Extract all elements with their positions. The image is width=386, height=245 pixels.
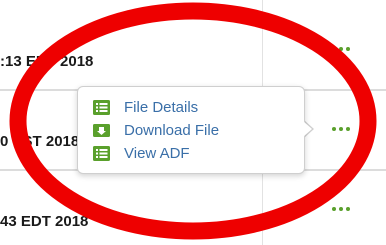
dot-icon: [346, 127, 350, 131]
table-row: 43 EDT 2018: [0, 171, 386, 245]
dot-icon: [339, 47, 343, 51]
popover-arrow-fill: [303, 121, 312, 137]
dot-icon: [332, 207, 336, 211]
dot-icon: [332, 47, 336, 51]
list-icon: [93, 145, 110, 161]
view-adf-menu-item[interactable]: View ADF: [93, 142, 190, 164]
row-date: 0 EST 2018: [0, 133, 80, 150]
list-icon: [93, 99, 110, 115]
file-details-menu-item[interactable]: File Details: [93, 96, 198, 118]
table-row: :13 EDT 2018: [0, 0, 386, 91]
dot-icon: [339, 207, 343, 211]
dot-icon: [346, 47, 350, 51]
row-actions-button[interactable]: [332, 47, 350, 51]
row-actions-menu: File Details Download File View ADF: [77, 86, 305, 174]
download-icon: [93, 123, 110, 137]
dot-icon: [339, 127, 343, 131]
row-date: 43 EDT 2018: [0, 213, 89, 230]
menu-item-label: View ADF: [124, 144, 190, 162]
row-actions-button[interactable]: [332, 127, 350, 131]
dot-icon: [332, 127, 336, 131]
row-date: :13 EDT 2018: [0, 53, 94, 70]
dot-icon: [346, 207, 350, 211]
menu-item-label: File Details: [124, 98, 199, 116]
menu-item-label: Download File: [124, 121, 220, 139]
row-actions-button[interactable]: [332, 207, 350, 211]
download-file-menu-item[interactable]: Download File: [93, 119, 219, 141]
